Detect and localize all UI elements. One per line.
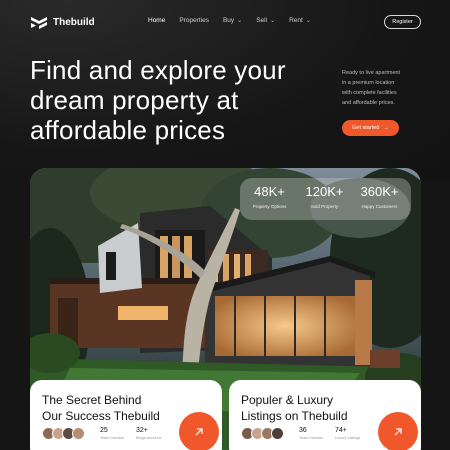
nav-item-rent[interactable]: Rent ⌄: [289, 17, 311, 24]
avatar-group: [241, 427, 284, 440]
chevron-down-icon: ⌄: [270, 18, 276, 24]
metric-label: Luxury Listings: [335, 436, 361, 440]
stat-item: 48K+ Property Options: [242, 184, 297, 209]
arrow-up-right-icon: [394, 428, 402, 436]
arrow-up-right-icon: [195, 428, 203, 436]
logo-icon: [31, 17, 47, 29]
metric-label: Team member: [100, 436, 125, 440]
card-title-line: Our Success Thebuild: [42, 409, 160, 423]
nav-links: Home Properties Buy ⌄ Sell ⌄ Rent ⌄: [148, 17, 311, 24]
nav-item-buy[interactable]: Buy ⌄: [223, 17, 242, 24]
metric: 32+ Blogs about us: [136, 427, 161, 440]
metric-value: 36: [299, 427, 307, 434]
hero-description-line: Ready to live apartment: [342, 70, 401, 76]
hero-description-line: in a premium location: [342, 80, 395, 86]
stat-value: 48K+: [254, 184, 285, 199]
logo[interactable]: Thebuild: [30, 15, 95, 29]
chevron-down-icon: ⌄: [237, 18, 243, 24]
metric-label: Team member: [299, 436, 324, 440]
card-title-line: The Secret Behind: [42, 393, 142, 407]
stat-label: Property Options: [252, 204, 287, 209]
nav-item-sell[interactable]: Sell ⌄: [256, 17, 275, 24]
stat-value: 120K+: [305, 184, 344, 199]
stat-label: Happy Customers: [361, 204, 398, 209]
stat-label: Sold Property: [310, 204, 339, 209]
metric-value: 74+: [335, 427, 347, 434]
card-title-line: Populer & Luxury: [241, 393, 334, 407]
card-title-line: Listings on Thebuild: [241, 409, 348, 423]
nav-item-properties[interactable]: Properties: [179, 17, 209, 24]
nav-item-home[interactable]: Home: [148, 17, 165, 24]
hero-title: Find and explore your dream property at …: [30, 55, 330, 145]
hero-description-line: with complete facilities: [342, 90, 397, 96]
metric: 74+ Luxury Listings: [335, 427, 360, 440]
chevron-down-icon: ⌄: [305, 18, 311, 24]
card-title: The Secret Behind Our Success Thebuild: [42, 392, 160, 424]
stat-item: 120K+ Sold Property: [297, 184, 352, 209]
arrow-button[interactable]: [378, 412, 418, 450]
arrow-right-icon: →: [383, 125, 389, 131]
hero-description: Ready to live apartment in a premium loc…: [342, 68, 427, 108]
metric: 25 Team member: [100, 427, 124, 440]
avatar-group: [42, 427, 85, 440]
nav-item-label: Properties: [179, 17, 209, 24]
hero-title-line: dream property at: [30, 85, 239, 115]
register-button[interactable]: Register: [384, 15, 421, 29]
stats-panel: 48K+ Property Options 120K+ Sold Propert…: [240, 178, 411, 220]
metric-value: 32+: [136, 427, 148, 434]
nav-item-label: Home: [148, 17, 166, 24]
hero-title-line: Find and explore your: [30, 55, 286, 85]
stat-item: 360K+ Happy Customers: [352, 184, 407, 209]
avatar: [72, 427, 85, 440]
success-card[interactable]: The Secret Behind Our Success Thebuild 2…: [30, 380, 222, 450]
arrow-button[interactable]: [179, 412, 219, 450]
metric: 36 Team member: [299, 427, 323, 440]
logo-text: Thebuild: [53, 16, 95, 28]
nav-item-label: Sell: [256, 17, 268, 24]
get-started-label: Get started: [352, 125, 380, 131]
top-navigation: Thebuild Home Properties Buy ⌄ Sell ⌄ Re…: [0, 0, 450, 44]
card-title: Populer & Luxury Listings on Thebuild: [241, 392, 348, 424]
nav-item-label: Rent: [289, 17, 303, 24]
metric-value: 25: [100, 427, 108, 434]
stat-value: 360K+: [360, 184, 399, 199]
hero-description-line: and affordable prices.: [342, 100, 395, 106]
luxury-listings-card[interactable]: Populer & Luxury Listings on Thebuild 36…: [229, 380, 421, 450]
avatar: [271, 427, 284, 440]
hero-title-line: affordable prices: [30, 115, 226, 145]
get-started-button[interactable]: Get started →: [342, 120, 399, 136]
metric-label: Blogs about us: [136, 436, 162, 440]
nav-item-label: Buy: [222, 17, 235, 24]
